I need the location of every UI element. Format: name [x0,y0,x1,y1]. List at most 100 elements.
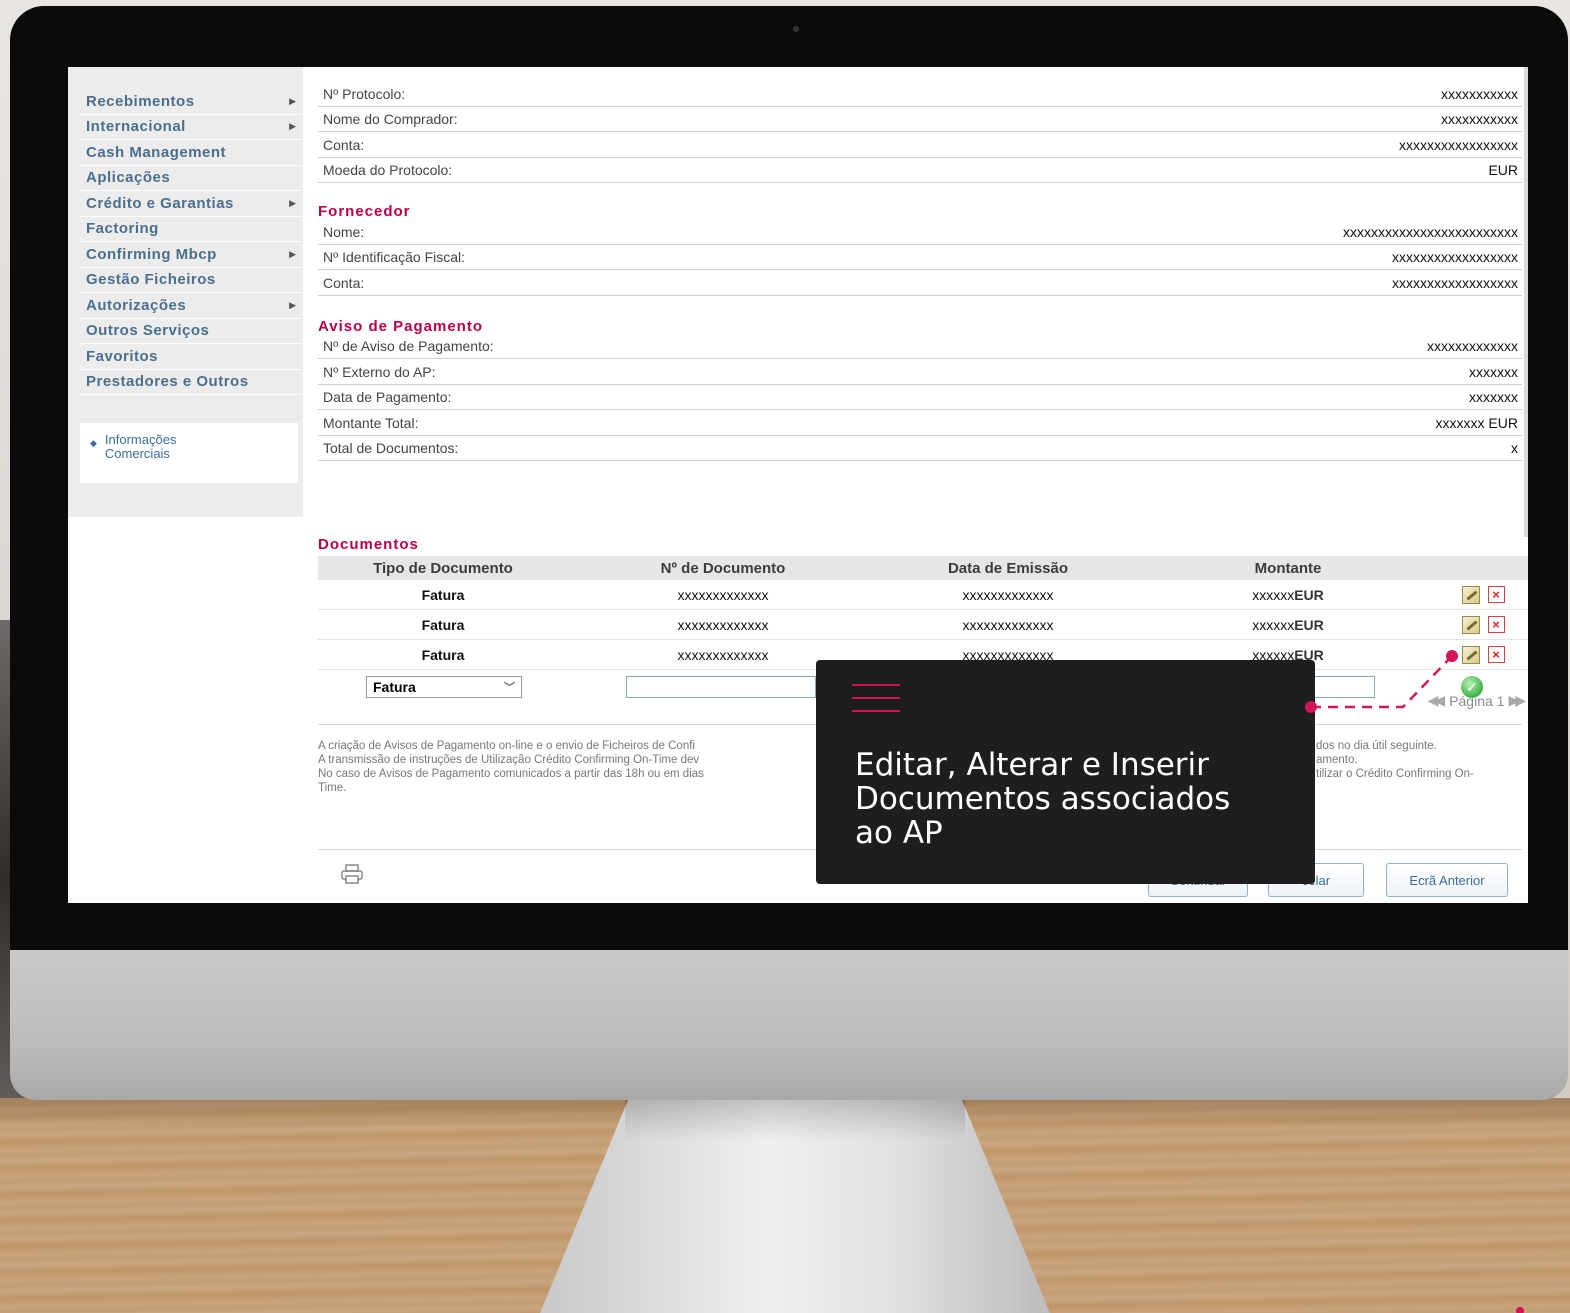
info-box: ◆ Informações Comerciais [80,423,298,483]
detail-label: Conta: [323,136,365,153]
detail-value: xxxxxxxxxxx [1441,85,1518,102]
detail-label: Montante Total: [323,414,419,431]
edit-icon[interactable] [1461,645,1480,664]
detail-row: Nome: xxxxxxxxxxxxxxxxxxxxxxxxx [318,219,1522,245]
print-icon[interactable] [340,864,364,884]
table-header: Tipo de Documento Nº de Documento Data d… [318,556,1528,580]
bullet-icon: ◆ [90,438,97,448]
menu-icon [852,684,900,723]
cell-numero: xxxxxxxxxxxxx [677,616,769,633]
sidebar-item-8[interactable]: Autorizações ▶ [80,293,302,319]
detail-label: Nº Protocolo: [323,85,406,102]
chevron-right-icon: ▶ [289,248,296,259]
sidebar-item-0[interactable]: Recebimentos ▶ [80,89,302,115]
edit-icon[interactable] [1461,615,1480,634]
detail-value: xxxxxxxxxxxxxxxxxxxxxxxxx [1343,223,1518,240]
chevron-right-icon: ▶ [289,197,296,208]
detail-value: xxxxxxx EUR [1435,414,1518,431]
sidebar-item-6[interactable]: Confirming Mbcp ▶ [80,242,302,268]
previous-screen-button[interactable]: Ecrã Anterior [1386,863,1508,897]
detail-row: Nº Protocolo: xxxxxxxxxxx [318,81,1522,107]
table-row: Fatura xxxxxxxxxxxxx xxxxxxxxxxxxx xxxxxxEU… [318,580,1528,610]
detail-row: Nome do Comprador: xxxxxxxxxxx [318,107,1522,132]
sidebar-item-label: Internacional [86,118,186,136]
detail-row: Data de Pagamento: xxxxxxx [318,385,1522,410]
section-title-aviso: Aviso de Pagamento [318,317,483,335]
info-link[interactable]: ◆ Informações Comerciais [90,433,288,461]
camera [793,26,799,32]
delete-icon[interactable]: × [1487,645,1505,663]
cell-numero: xxxxxxxxxxxxx [677,586,769,603]
cell-tipo: Fatura [421,616,465,633]
sidebar-item-4[interactable]: Crédito e Garantias ▶ [80,191,302,217]
cell-tipo: Fatura [421,646,465,663]
sidebar-item-label: Crédito e Garantias [86,194,234,212]
detail-row: Conta: xxxxxxxxxxxxxxxxx [318,132,1522,158]
sidebar-item-label: Autorizações [86,296,187,314]
sidebar-item-11[interactable]: Prestadores e Outros [80,370,302,395]
section-title-fornecedor: Fornecedor [318,203,411,220]
sidebar-item-9[interactable]: Outros Serviços [80,319,302,344]
sidebar-menu: Recebimentos ▶ Internacional ▶ Cash Manageme… [80,89,302,395]
detail-label: Nome do Comprador: [323,111,458,127]
detail-label: Moeda do Protocolo: [323,162,453,178]
tooltip-text: Editar, Alterar e Inserir Documentos ass… [855,747,1231,851]
cell-tipo: Fatura [421,586,465,603]
pager: ◀◀ Página 1 ▶▶ [1427,692,1526,709]
sidebar-item-1[interactable]: Internacional ▶ [80,115,302,140]
detail-value: xxxxxxxxxxxxxxxxxx [1392,249,1518,265]
sidebar-item-label: Outros Serviços [86,322,210,340]
col-montante: Montante [1254,559,1322,577]
detail-value: xxxxxxx [1469,389,1518,405]
sidebar-item-2[interactable]: Cash Management [80,140,302,166]
detail-label: Total de Documentos: [323,440,459,456]
section-title-documentos: Documentos [318,536,419,553]
detail-row: Montante Total: xxxxxxx EUR [318,410,1522,436]
sidebar-item-label: Prestadores e Outros [86,373,249,391]
detail-label: Nº de Aviso de Pagamento: [323,338,494,354]
edit-icon[interactable] [1461,585,1480,604]
sidebar-item-10[interactable]: Favoritos [80,344,302,370]
col-numero: Nº de Documento [660,559,786,577]
sidebar-item-label: Aplicações [86,169,171,187]
sidebar-item-label: Cash Management [86,143,227,161]
col-data: Data de Emissão [947,559,1069,577]
cell-data: xxxxxxxxxxxxx [962,616,1054,633]
detail-row: Total de Documentos: x [318,436,1522,461]
chevron-right-icon: ▶ [289,95,296,106]
cell-data: xxxxxxxxxxxxx [962,586,1054,603]
detail-value: xxxxxxx [1469,363,1518,380]
cell-montante: xxxxxxEUR [1252,586,1324,603]
detail-row: Conta: xxxxxxxxxxxxxxxxxx [318,270,1522,296]
chevron-right-icon: ▶ [289,299,296,310]
detail-row: Moeda do Protocolo: EUR [318,158,1522,183]
detail-label: Nº Identificação Fiscal: [323,249,466,265]
tooltip: Editar, Alterar e Inserir Documentos ass… [816,660,1315,884]
monitor-chin [10,950,1568,1100]
cell-montante: xxxxxxEUR [1252,616,1324,633]
chevron-right-icon: ▶ [289,121,296,132]
sidebar-item-7[interactable]: Gestão Ficheiros [80,268,302,293]
detail-label: Nº Externo do AP: [323,363,436,380]
detail-value: xxxxxxxxxxxxxxxxxx [1392,274,1518,291]
sidebar-item-3[interactable]: Aplicações [80,166,302,191]
sidebar-item-label: Recebimentos [86,92,195,110]
sidebar-item-label: Confirming Mbcp [86,245,217,263]
document-type-select[interactable]: Fatura ﹀ [366,676,522,698]
sidebar-item-label: Factoring [86,220,159,238]
detail-value: xxxxxxxxxxx [1441,111,1518,127]
document-number-input[interactable] [626,676,816,698]
detail-row: Nº Externo do AP: xxxxxxx [318,359,1522,385]
sidebar-item-label: Gestão Ficheiros [86,271,216,289]
detail-label: Conta: [323,274,365,291]
delete-icon[interactable]: × [1487,615,1505,633]
prev-page-icon[interactable]: ◀◀ [1428,692,1445,709]
detail-label: Data de Pagamento: [323,389,452,405]
col-tipo: Tipo de Documento [373,559,513,577]
detail-value: x [1511,440,1518,456]
delete-icon[interactable]: × [1487,585,1505,603]
detail-row: Nº Identificação Fiscal: xxxxxxxxxxxxxxxx… [318,245,1522,270]
detail-value: EUR [1488,162,1518,178]
sidebar-item-5[interactable]: Factoring [80,217,302,242]
next-page-icon[interactable]: ▶▶ [1508,692,1525,709]
